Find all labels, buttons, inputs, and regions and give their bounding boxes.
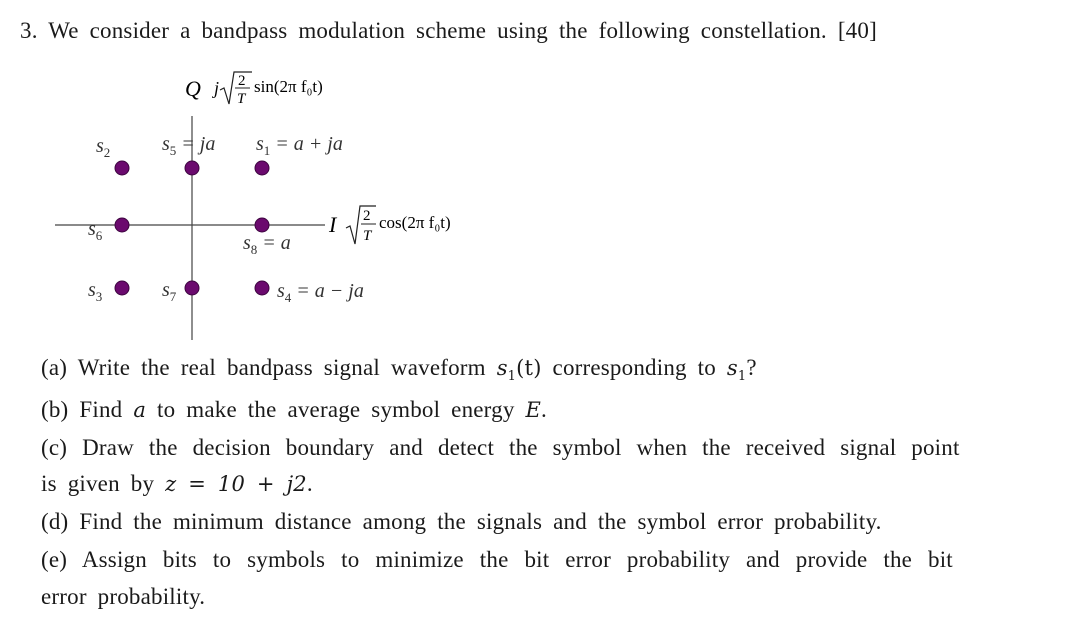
part-a-post: ? bbox=[746, 355, 757, 380]
math-sub: 1 bbox=[507, 369, 517, 384]
i-axis-label: I 2 T cos(2π f₀t) bbox=[328, 205, 451, 245]
part-c-end: . bbox=[306, 471, 313, 496]
q-frac-den: T bbox=[237, 91, 247, 107]
part-a-label: (a) bbox=[41, 355, 68, 380]
i-basis-func: cos(2π f₀t) bbox=[379, 213, 451, 232]
i-frac-num: 2 bbox=[363, 208, 371, 224]
symbol-label-s2: s2 bbox=[96, 135, 110, 160]
symbol-dot-s5 bbox=[184, 160, 200, 176]
part-e-text1: Assign bits to symbols to minimize the b… bbox=[81, 547, 953, 572]
part-b-pre: Find bbox=[79, 397, 123, 422]
part-d-text: Find the minimum distance among the sign… bbox=[79, 509, 882, 534]
symbol-label-s8: s8 = a bbox=[243, 232, 291, 257]
math-s: s bbox=[726, 356, 738, 380]
part-c-text1: Draw the decision boundary and detect th… bbox=[82, 435, 960, 460]
symbol-dot-s7 bbox=[184, 280, 200, 296]
symbol-label-s4: s4 = a − ja bbox=[277, 280, 364, 305]
part-e-text2: error probability. bbox=[41, 584, 206, 609]
symbol-label-s6: s6 bbox=[88, 218, 103, 243]
symbol-dot-s4 bbox=[254, 280, 270, 296]
q-basis-func: sin(2π f₀t) bbox=[254, 77, 323, 96]
symbol-dot-s3 bbox=[114, 280, 130, 296]
symbol-dot-s2 bbox=[114, 160, 130, 176]
i-frac-den: T bbox=[363, 228, 373, 244]
part-c-line2: is given by z = 10 + j2. bbox=[41, 471, 313, 497]
q-axis-label: Q j 2 T sin(2π f₀t) bbox=[185, 71, 323, 107]
symbol-dot-s1 bbox=[254, 160, 270, 176]
part-d-label: (d) bbox=[41, 509, 69, 534]
part-a-pre: Write the real bandpass signal waveform bbox=[77, 355, 486, 380]
q-j: j bbox=[212, 78, 219, 98]
part-c-text2: is given by bbox=[41, 471, 155, 496]
part-c-line1: (c) Draw the decision boundary and detec… bbox=[41, 435, 960, 461]
symbol-label-s3: s3 bbox=[88, 279, 102, 304]
constellation-diagram: Q j 2 T sin(2π f₀t) I 2 T cos(2π f₀t) s1… bbox=[55, 71, 451, 340]
math-z: z = 10 + j2 bbox=[165, 472, 307, 496]
q-letter: Q bbox=[185, 76, 201, 101]
i-sqrt-icon bbox=[345, 205, 376, 245]
part-a-mid: corresponding to bbox=[552, 355, 716, 380]
math-s1: s1 bbox=[726, 356, 746, 384]
symbol-label-s1: s1 = a + ja bbox=[256, 133, 343, 158]
math-a: a bbox=[133, 398, 147, 422]
math-s1t: s1(t) bbox=[496, 356, 542, 384]
symbol-dot-s6 bbox=[114, 217, 130, 233]
i-letter: I bbox=[328, 212, 338, 237]
q-frac-num: 2 bbox=[238, 73, 246, 89]
part-d: (d) Find the minimum distance among the … bbox=[41, 509, 882, 535]
part-b-post: to make the average symbol energy bbox=[157, 397, 515, 422]
symbol-dot-s8 bbox=[254, 217, 270, 233]
math-s: s bbox=[496, 356, 508, 380]
symbol-label-s5: s5 = ja bbox=[162, 133, 215, 158]
math-arg: (t) bbox=[516, 356, 542, 380]
part-b-label: (b) bbox=[41, 397, 69, 422]
part-e-label: (e) bbox=[41, 547, 68, 572]
math-E: E bbox=[525, 398, 542, 422]
symbol-points: s1 = a + ja s2 s3 s4 = a − ja s5 = ja s6 s7 s8 … bbox=[88, 133, 364, 305]
part-b-end: . bbox=[541, 397, 547, 422]
part-e-line2: error probability. bbox=[41, 584, 205, 610]
part-b: (b) Find a to make the average symbol en… bbox=[41, 397, 547, 423]
part-c-label: (c) bbox=[41, 435, 68, 460]
part-a: (a) Write the real bandpass signal wavef… bbox=[41, 355, 757, 384]
symbol-label-s7: s7 bbox=[162, 279, 177, 304]
part-e-line1: (e) Assign bits to symbols to minimize t… bbox=[41, 547, 953, 573]
